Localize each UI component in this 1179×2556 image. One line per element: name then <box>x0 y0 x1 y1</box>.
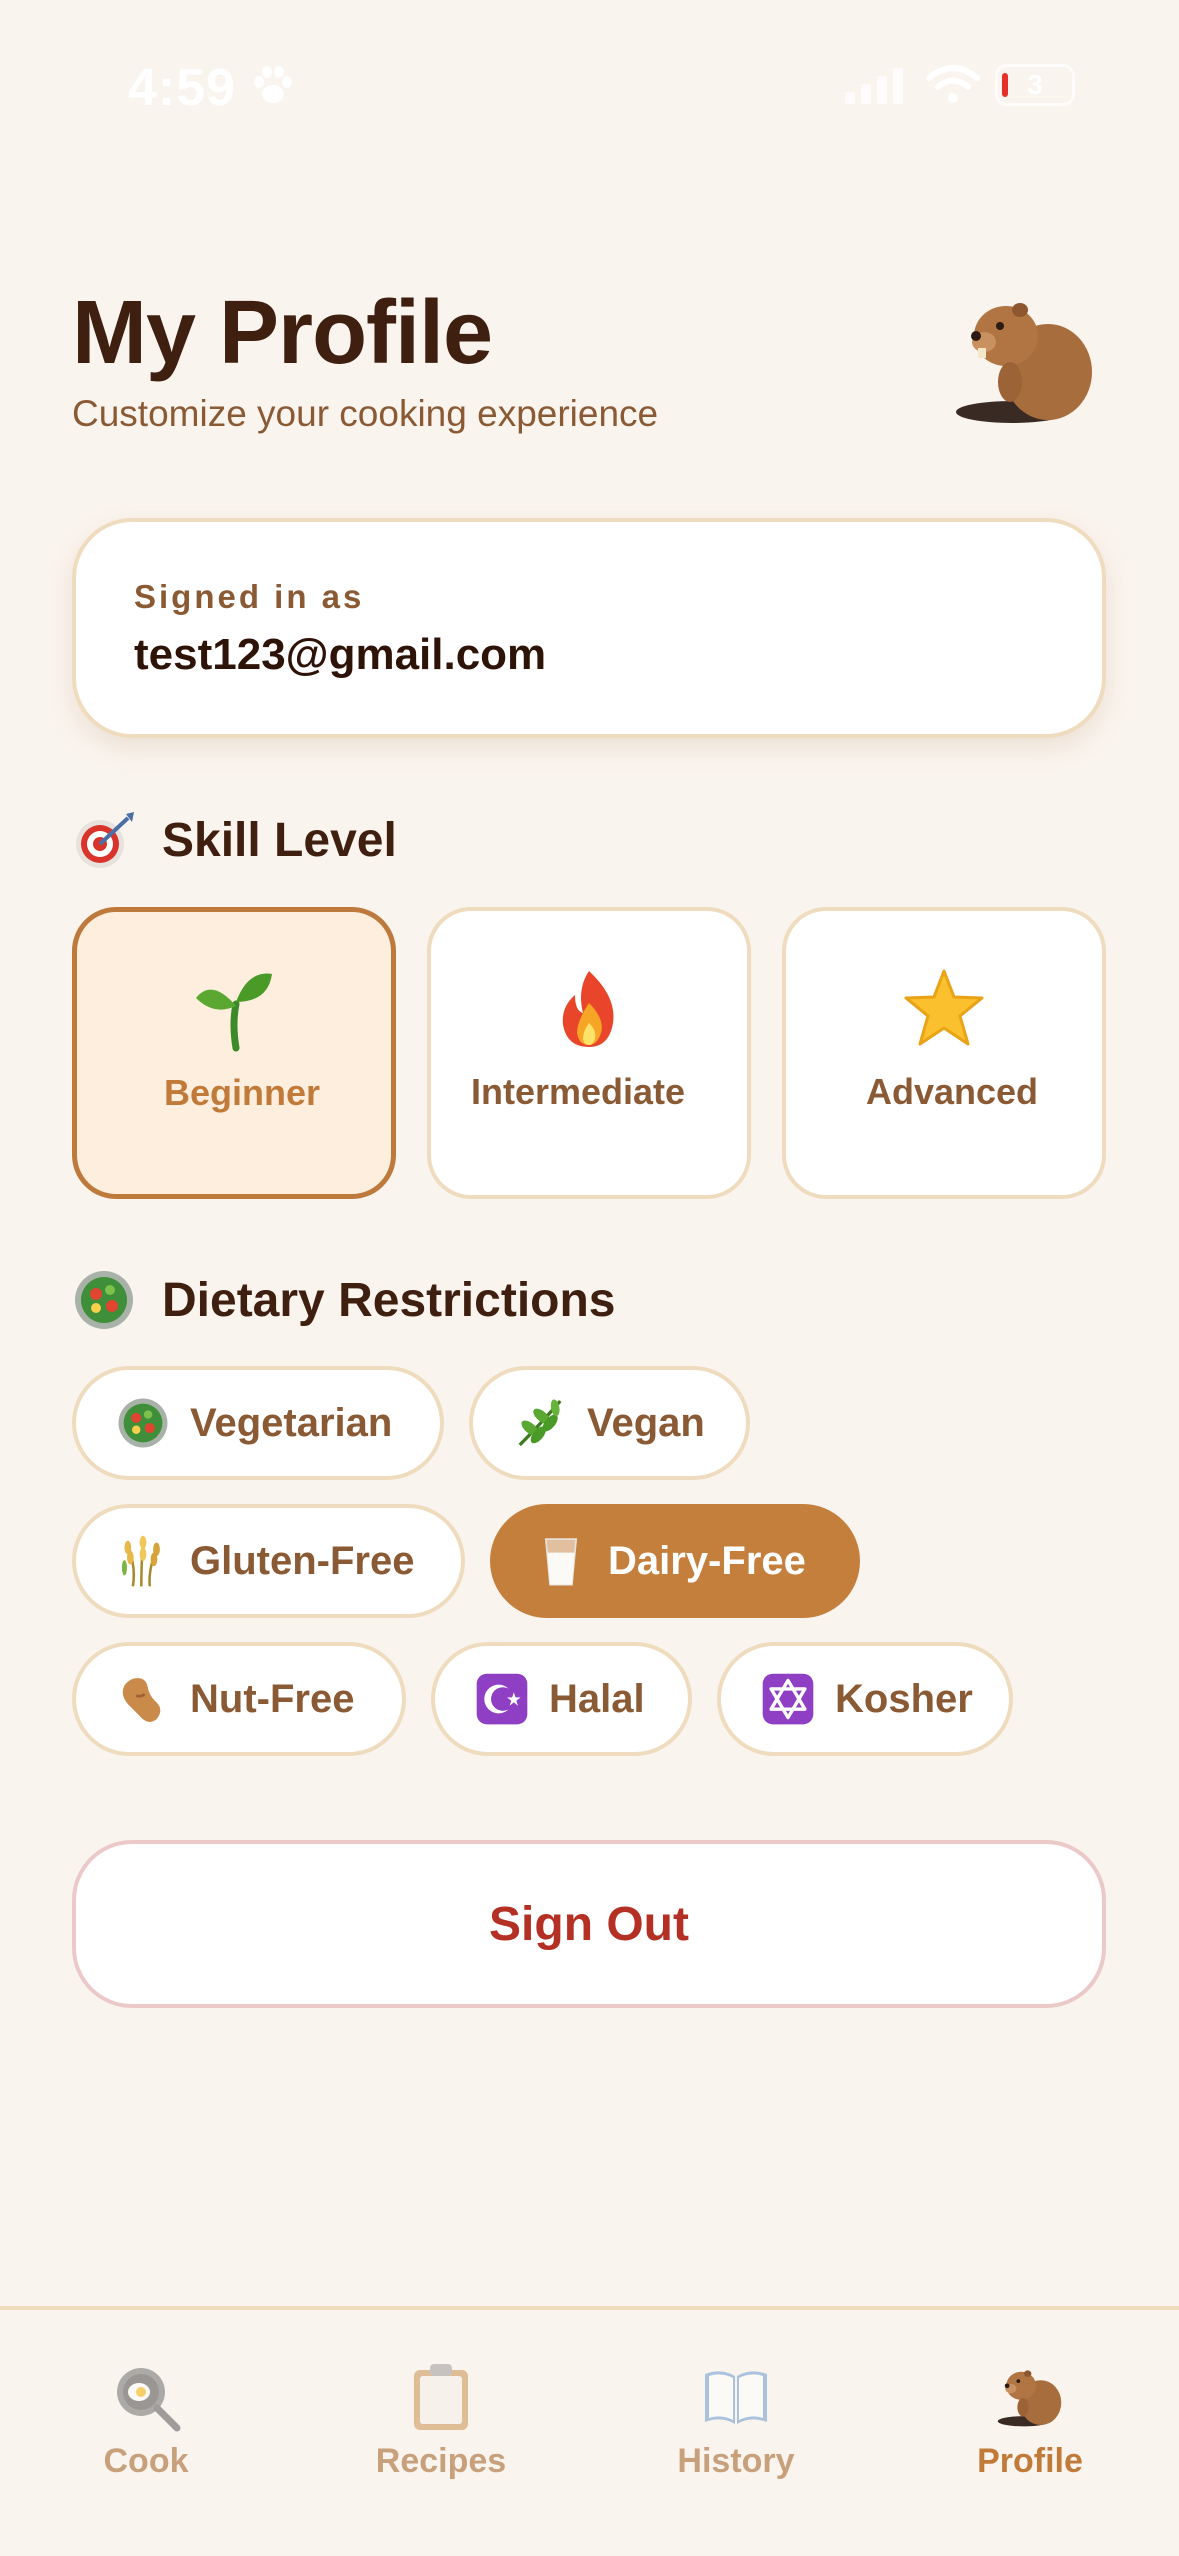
skill-option-advanced[interactable]: Advanced <box>782 907 1106 1199</box>
wifi-icon <box>926 65 980 103</box>
salad-icon <box>75 1271 133 1329</box>
diet-chip-label: Dairy-Free <box>608 1538 806 1583</box>
profile-screen: 4:59 3 My Profile Customize your cooking… <box>0 0 1179 2556</box>
skill-option-label: Intermediate <box>471 1071 686 1112</box>
sign-out-button[interactable]: Sign Out <box>72 1840 1106 2008</box>
beaver-icon <box>956 303 1092 423</box>
salad-icon <box>118 1398 168 1448</box>
peanut-icon <box>122 1678 161 1722</box>
star-icon <box>904 969 984 1046</box>
diet-chip-gluten-free[interactable]: Gluten-Free <box>72 1504 465 1618</box>
diet-chip-nut-free[interactable]: Nut-Free <box>72 1642 406 1756</box>
signal-icon <box>845 68 903 104</box>
diet-chip-kosher[interactable]: Kosher <box>717 1642 1013 1756</box>
diet-chip-dairy-free[interactable]: Dairy-Free <box>490 1504 860 1618</box>
seedling-icon <box>196 973 272 1052</box>
skill-option-beginner[interactable]: Beginner <box>72 907 396 1199</box>
diet-chip-label: Nut-Free <box>190 1676 355 1721</box>
star-of-david-icon <box>762 1673 814 1725</box>
tab-label: History <box>677 2442 795 2480</box>
target-icon <box>76 812 134 868</box>
tab-history[interactable]: History <box>626 2362 846 2502</box>
tab-cook[interactable]: Cook <box>36 2362 256 2502</box>
sign-out-label: Sign Out <box>489 1897 689 1951</box>
battery-icon: 3 <box>995 64 1075 106</box>
milk-glass-icon <box>544 1538 578 1586</box>
herb-icon <box>518 1399 562 1447</box>
diet-chip-label: Vegan <box>587 1400 705 1445</box>
clipboard-icon <box>414 2364 468 2430</box>
diet-chip-vegan[interactable]: Vegan <box>469 1366 750 1480</box>
page-title: My Profile <box>72 283 493 383</box>
paw-icon <box>254 66 292 103</box>
skill-level-header: Skill Level <box>72 808 397 872</box>
diet-chip-label: Halal <box>549 1676 645 1721</box>
beaver-icon <box>997 2370 1062 2427</box>
tab-bar: Cook Recipes History Profile <box>0 2306 1179 2556</box>
signed-in-label: Signed in as <box>134 578 365 615</box>
fire-icon <box>562 971 614 1047</box>
dietary-heading: Dietary Restrictions <box>162 1273 616 1327</box>
diet-chip-vegetarian[interactable]: Vegetarian <box>72 1366 444 1480</box>
open-book-icon <box>705 2371 767 2424</box>
account-card: Signed in as test123@gmail.com <box>72 518 1106 738</box>
tab-label: Recipes <box>375 2442 507 2480</box>
diet-chip-label: Gluten-Free <box>190 1538 415 1583</box>
diet-chip-label: Vegetarian <box>190 1400 393 1445</box>
battery-level: 3 <box>1027 69 1043 100</box>
tab-recipes[interactable]: Recipes <box>331 2362 551 2502</box>
skill-option-label: Advanced <box>865 1071 1039 1112</box>
status-bar: 4:59 3 <box>0 0 1179 150</box>
frying-pan-icon <box>117 2368 181 2432</box>
status-time: 4:59 <box>128 59 237 117</box>
account-email: test123@gmail.com <box>134 630 547 679</box>
tab-label: Cook <box>103 2442 189 2480</box>
skill-level-heading: Skill Level <box>162 813 397 867</box>
tab-profile[interactable]: Profile <box>920 2362 1140 2502</box>
dietary-header: Dietary Restrictions <box>72 1268 616 1332</box>
wheat-icon <box>121 1535 160 1587</box>
skill-option-intermediate[interactable]: Intermediate <box>427 907 751 1199</box>
diet-chip-halal[interactable]: Halal <box>431 1642 692 1756</box>
page-subtitle: Customize your cooking experience <box>72 393 659 434</box>
tab-label: Profile <box>977 2442 1083 2480</box>
star-and-crescent-icon <box>476 1673 528 1725</box>
diet-chip-label: Kosher <box>835 1676 973 1721</box>
skill-option-label: Beginner <box>163 1072 321 1113</box>
